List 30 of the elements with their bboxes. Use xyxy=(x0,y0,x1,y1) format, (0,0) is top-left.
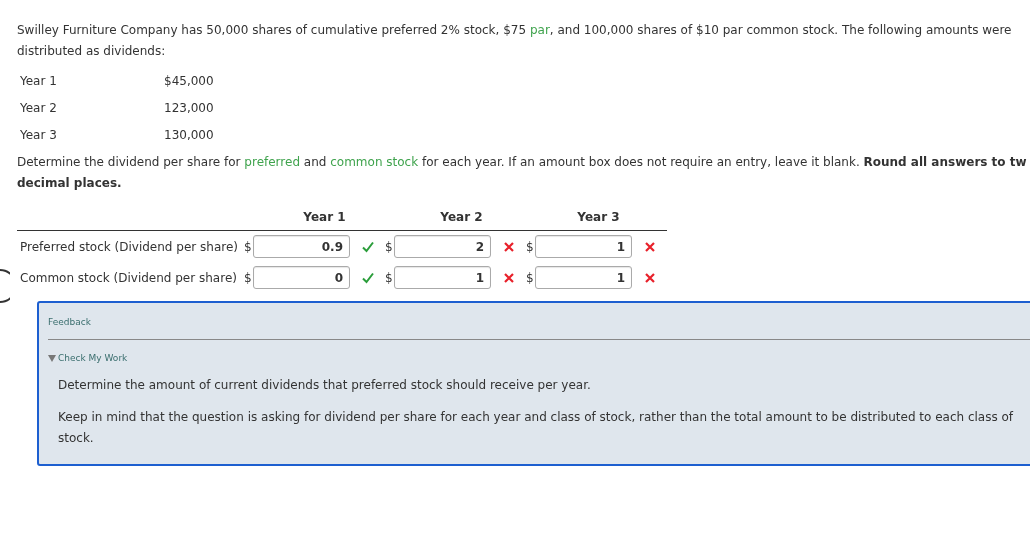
currency-sign: $ xyxy=(385,269,394,287)
feedback-text: Keep in mind that the question is asking for dividend per share for each year and class of stock, rather than the total amount to be distributed to each class of stock. xyxy=(58,409,1015,447)
year-label: Year 3 xyxy=(20,126,58,144)
currency-sign: $ xyxy=(244,238,253,256)
currency-sign: $ xyxy=(526,269,535,287)
currency-sign: $ xyxy=(385,238,394,256)
feedback-title: Feedback xyxy=(48,316,1030,340)
dividend-amount: 123,000 xyxy=(164,99,214,117)
amount-field[interactable]: 1 xyxy=(394,266,491,289)
amount-field[interactable]: 0.9 xyxy=(253,235,350,258)
amount-field[interactable]: 2 xyxy=(394,235,491,258)
year-label: Year 2 xyxy=(20,99,58,117)
instruction-text: Determine the dividend per share for preferred and common stock for each year. If an amount box does not require an entry, leave it blank. Round all answers to tw decimal places. xyxy=(17,154,1028,192)
column-header: Year 3 xyxy=(576,209,621,226)
year-label: Year 1 xyxy=(20,72,58,90)
feedback-text: Determine the amount of current dividends that preferred stock should receive per year. xyxy=(58,377,592,394)
column-header: Year 1 xyxy=(302,209,347,226)
problem-text: Swilley Furniture Company has 50,000 shares of cumulative preferred 2% stock, $75 par, and 100,000 shares of $10 par common stock. The following amounts were distributed as dividends: xyxy=(17,22,1013,60)
column-header: Year 2 xyxy=(439,209,484,226)
amount-field[interactable]: 1 xyxy=(535,266,632,289)
amount-field[interactable]: 0 xyxy=(253,266,350,289)
currency-sign: $ xyxy=(526,238,535,256)
currency-sign: $ xyxy=(244,269,253,287)
check-my-work-toggle[interactable]: Check My Work xyxy=(48,351,128,365)
amount-field[interactable]: 1 xyxy=(535,235,632,258)
dividend-amount: 130,000 xyxy=(164,126,214,144)
triangle-icon xyxy=(48,354,56,362)
dividend-amount: $45,000 xyxy=(164,72,214,90)
row-label: Common stock (Dividend per share) xyxy=(19,269,238,287)
row-label: Preferred stock (Dividend per share) xyxy=(19,238,239,256)
